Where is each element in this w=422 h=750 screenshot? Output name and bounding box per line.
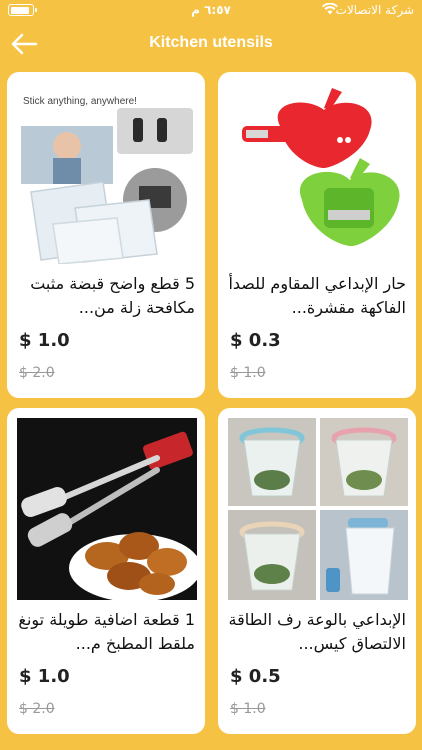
page-title: Kitchen utensils (149, 34, 273, 51)
product-card[interactable]: 1 قطعة اضافية طويلة تونغ ملقط المطبخ م..… (7, 408, 205, 734)
product-title: 1 قطعة اضافية طويلة تونغ ملقط المطبخ م..… (18, 610, 195, 653)
product-old-price: $ 1.0 (230, 701, 266, 717)
product-price: $ 1.0 (19, 330, 70, 351)
product-price: $ 0.3 (230, 330, 281, 351)
product-image (17, 418, 197, 600)
product-card[interactable]: حار الإبداعي المقاوم للصدأ الفاكهة مقشرة… (218, 72, 416, 398)
product-image (228, 82, 408, 264)
product-title: حار الإبداعي المقاوم للصدأ الفاكهة مقشرة… (228, 274, 406, 317)
product-image: Stick anything, anywhere! (17, 82, 197, 264)
product-old-price: $ 1.0 (230, 365, 266, 381)
product-card[interactable]: Stick anything, anywhere! 5 قطع واضح قبض… (7, 72, 205, 398)
carrier-name: شركة الاتصالات (335, 3, 414, 17)
navigation-bar: Kitchen utensils (0, 22, 422, 66)
image-caption: Stick anything, anywhere! (23, 96, 137, 107)
product-title: الإبداعي بالوعة رف الطاقة الالتصاق كيس..… (228, 610, 406, 653)
product-old-price: $ 2.0 (19, 701, 55, 717)
product-card[interactable]: الإبداعي بالوعة رف الطاقة الالتصاق كيس..… (218, 408, 416, 734)
product-price: $ 1.0 (19, 666, 70, 687)
product-image (228, 418, 408, 600)
product-old-price: $ 2.0 (19, 365, 55, 381)
product-title: 5 قطع واضح قبضة مثبت مكافحة زلة من... (30, 274, 195, 317)
status-bar: ٦:٥٧ م شركة الاتصالات (0, 0, 422, 22)
product-price: $ 0.5 (230, 666, 281, 687)
